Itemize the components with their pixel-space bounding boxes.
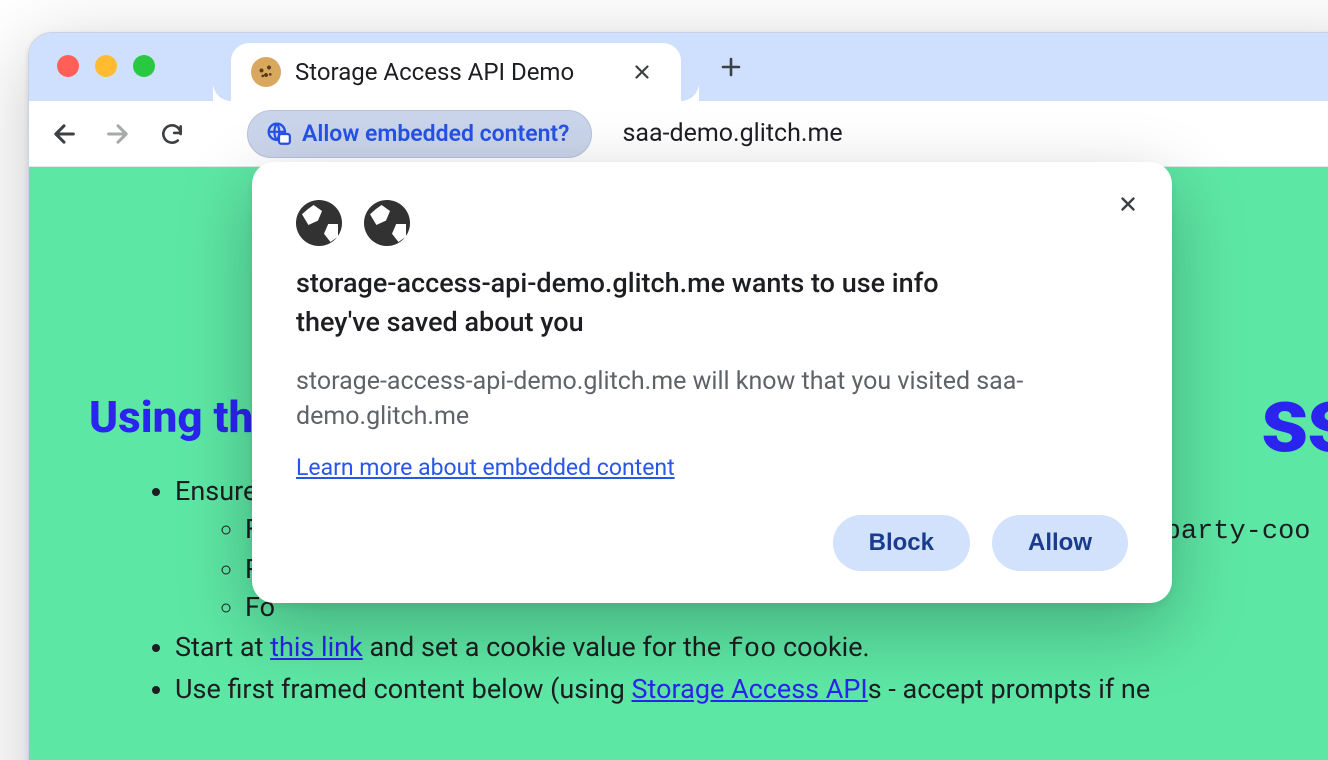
storage-access-api-link[interactable]: Storage Access API — [632, 673, 868, 705]
list-item: Start at this link and set a cookie valu… — [175, 631, 1327, 665]
back-button[interactable] — [41, 111, 87, 157]
plus-icon — [719, 55, 743, 79]
arrow-right-icon — [104, 120, 132, 148]
list-item-text: s - accept prompts if ne — [868, 673, 1150, 705]
popover-description: storage-access-api-demo.glitch.me will k… — [296, 364, 1076, 434]
permission-chip[interactable]: Allow embedded content? — [247, 110, 592, 158]
block-button[interactable]: Block — [833, 515, 970, 571]
arrow-left-icon — [50, 120, 78, 148]
permission-popover: storage-access-api-demo.glitch.me wants … — [252, 162, 1172, 603]
url-display[interactable]: saa-demo.glitch.me — [622, 119, 842, 148]
close-icon — [1117, 193, 1139, 215]
tab-title: Storage Access API Demo — [295, 58, 574, 86]
allow-button[interactable]: Allow — [992, 515, 1128, 571]
learn-more-link[interactable]: Learn more about embedded content — [296, 454, 675, 481]
cookie-icon — [251, 57, 281, 87]
reload-icon — [159, 121, 185, 147]
list-item-text: Use first framed content below (using — [175, 673, 632, 705]
window-controls — [29, 33, 155, 77]
new-tab-button[interactable] — [709, 45, 753, 89]
popover-origin-icons — [296, 200, 1128, 246]
forward-button[interactable] — [95, 111, 141, 157]
reload-button[interactable] — [149, 111, 195, 157]
list-item-text: Start at — [175, 631, 270, 663]
tab-strip: Storage Access API Demo — [29, 33, 1328, 101]
close-window-button[interactable] — [57, 55, 79, 77]
close-icon — [631, 61, 653, 83]
permission-chip-label: Allow embedded content? — [302, 120, 569, 147]
popover-close-button[interactable] — [1108, 184, 1148, 224]
list-item: Use first framed content below (using St… — [175, 673, 1327, 705]
tab-active[interactable]: Storage Access API Demo — [231, 43, 681, 101]
this-link[interactable]: this link — [270, 631, 363, 663]
hero-overflow-text: ss A — [1261, 367, 1328, 474]
minimize-window-button[interactable] — [95, 55, 117, 77]
globe-icon — [364, 200, 410, 246]
popover-title: storage-access-api-demo.glitch.me wants … — [296, 264, 996, 342]
list-item-code: -party-coo — [1148, 517, 1310, 547]
embed-icon — [266, 121, 292, 147]
maximize-window-button[interactable] — [133, 55, 155, 77]
list-item-code: foo — [728, 635, 777, 665]
list-item-text: Ensure — [175, 475, 257, 507]
tab-close-button[interactable] — [623, 53, 661, 91]
list-item-text: and set a cookie value for the — [363, 631, 728, 663]
list-item-text: cookie. — [776, 631, 869, 663]
toolbar: Allow embedded content? saa-demo.glitch.… — [29, 101, 1328, 167]
globe-icon — [296, 200, 342, 246]
